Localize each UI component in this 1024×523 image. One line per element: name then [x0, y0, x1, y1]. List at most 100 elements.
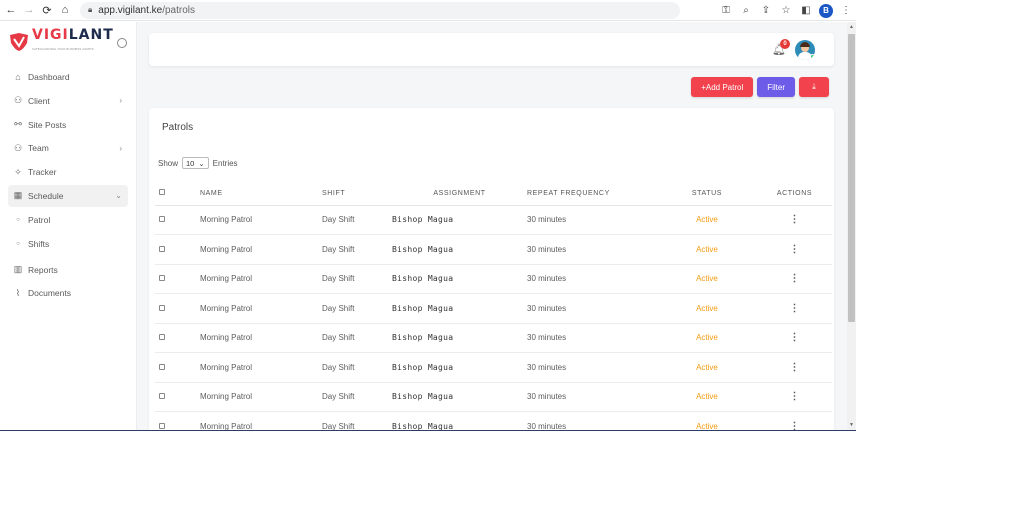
patrols-table: NAME SHIFT ASSIGNMENT REPEAT FREQUENCY S…: [155, 182, 832, 430]
home-browser-icon[interactable]: ⌂: [58, 3, 72, 17]
kebab-menu-icon[interactable]: ⋮: [790, 244, 800, 255]
star-icon[interactable]: ☆: [776, 5, 796, 16]
patrol-name: Morning Patrol: [200, 352, 322, 383]
patrol-assignment: Bishop Magua: [392, 293, 527, 324]
table-row[interactable]: Morning Patrol Day Shift Bishop Magua 30 mi…: [155, 411, 832, 430]
browser-menu-icon[interactable]: ⋮: [836, 5, 856, 16]
brand-name: VIGILANT SAFEGUARDING YOUR BUSINESS ASSE…: [32, 28, 114, 56]
scroll-down-icon[interactable]: ▼: [849, 422, 854, 428]
sidebar-item-reports[interactable]: ▥ Reports: [8, 259, 128, 281]
sitemap-icon: ⚯: [14, 119, 22, 130]
patrol-assignment: Bishop Magua: [392, 411, 527, 430]
share-icon[interactable]: ⇪: [756, 5, 776, 16]
kebab-menu-icon[interactable]: ⋮: [790, 362, 800, 373]
table-row[interactable]: Morning Patrol Day Shift Bishop Magua 30 mi…: [155, 323, 832, 353]
sidebar-item-label: Reports: [28, 264, 58, 275]
row-checkbox[interactable]: [159, 216, 165, 223]
sidebar-item-documents[interactable]: ⌇ Documents: [8, 282, 128, 304]
card-title: Patrols: [162, 122, 194, 133]
column-header[interactable]: ASSIGNMENT: [392, 182, 527, 206]
circle-icon: ○: [16, 216, 20, 223]
paperclip-icon: ⌇: [15, 287, 21, 298]
table-row[interactable]: Morning Patrol Day Shift Bishop Magua 30 mi…: [155, 352, 832, 383]
row-actions: ⋮: [757, 382, 832, 412]
row-checkbox[interactable]: [159, 393, 165, 400]
shield-logo-icon: [10, 33, 28, 51]
page-size-control: Show 10 ⌄ Entries: [158, 157, 238, 169]
column-header[interactable]: REPEAT FREQUENCY: [527, 182, 657, 206]
filter-button[interactable]: Filter: [757, 77, 795, 97]
table-row[interactable]: Morning Patrol Day Shift Bishop Magua 30 mi…: [155, 234, 832, 265]
brand-logo[interactable]: VIGILANT SAFEGUARDING YOUR BUSINESS ASSE…: [0, 22, 136, 62]
patrol-shift: Day Shift: [322, 293, 392, 324]
page-size-select[interactable]: 10 ⌄: [182, 157, 209, 169]
sidebar-item-schedule[interactable]: ▦ Schedule ⌄: [8, 184, 128, 207]
patrol-name: Morning Patrol: [200, 293, 322, 324]
pin-icon: ✧: [14, 166, 22, 177]
row-checkbox[interactable]: [159, 422, 165, 429]
sidebar-item-site-posts[interactable]: ⚯ Site Posts: [8, 114, 128, 136]
sidebar-item-dashboard[interactable]: ⌂ Dashboard: [8, 66, 128, 88]
user-avatar[interactable]: [795, 40, 815, 60]
row-checkbox[interactable]: [159, 363, 165, 370]
table-row[interactable]: Morning Patrol Day Shift Bishop Magua 30 mi…: [155, 293, 832, 324]
address-bar[interactable]: 🔒︎ app.vigilant.ke/patrols: [80, 1, 680, 19]
sidebar-item-team[interactable]: ⚇ Team ›: [8, 137, 128, 159]
table-row[interactable]: Morning Patrol Day Shift Bishop Magua 30 mi…: [155, 382, 832, 412]
row-actions: ⋮: [757, 264, 832, 294]
profile-avatar[interactable]: B: [819, 3, 833, 18]
kebab-menu-icon[interactable]: ⋮: [790, 303, 800, 314]
action-buttons: +Add Patrol Filter ⤓: [691, 77, 829, 97]
patrol-frequency: 30 minutes: [527, 264, 657, 294]
column-header[interactable]: SHIFT: [322, 182, 392, 206]
status-badge: Active: [657, 352, 757, 383]
url-path: /patrols: [162, 4, 195, 16]
page-scrollbar[interactable]: ▲ ▼: [847, 22, 856, 430]
table-row[interactable]: Morning Patrol Day Shift Bishop Magua 30 mi…: [155, 205, 832, 235]
table-header-row: NAME SHIFT ASSIGNMENT REPEAT FREQUENCY S…: [155, 182, 832, 206]
select-all-checkbox[interactable]: [159, 189, 165, 196]
table-row[interactable]: Morning Patrol Day Shift Bishop Magua 30 mi…: [155, 264, 832, 294]
patrol-frequency: 30 minutes: [527, 411, 657, 430]
add-patrol-button[interactable]: +Add Patrol: [691, 77, 754, 97]
scroll-up-icon[interactable]: ▲: [849, 24, 854, 30]
key-icon[interactable]: ⚿: [716, 5, 736, 16]
column-header[interactable]: NAME: [200, 182, 322, 206]
zoom-icon[interactable]: ⌕: [736, 5, 756, 16]
chevron-down-icon: ⌄: [115, 191, 122, 201]
patrol-name: Morning Patrol: [200, 411, 322, 430]
sidebar-item-label: Team: [28, 143, 49, 154]
download-button[interactable]: ⤓: [799, 77, 829, 97]
window-bottom-border: [0, 430, 856, 431]
sidebar-item-label: Tracker: [28, 167, 57, 178]
sidebar-item-client[interactable]: ⚇ Client ›: [8, 90, 128, 112]
row-checkbox[interactable]: [159, 334, 165, 341]
top-navbar: 🔔︎ 0: [149, 33, 834, 66]
row-checkbox[interactable]: [159, 245, 165, 252]
column-header[interactable]: STATUS: [657, 182, 757, 206]
sidepanel-icon[interactable]: ◧: [796, 5, 816, 16]
sidebar-item-shifts[interactable]: ○ Shifts: [8, 233, 128, 255]
row-checkbox[interactable]: [159, 304, 165, 311]
sidebar-toggle-icon[interactable]: [116, 38, 127, 48]
kebab-menu-icon[interactable]: ⋮: [790, 214, 800, 225]
back-arrow-icon[interactable]: ←: [4, 3, 18, 17]
patrol-frequency: 30 minutes: [527, 234, 657, 265]
reload-icon[interactable]: ⟳: [40, 3, 54, 17]
row-checkbox[interactable]: [159, 275, 165, 282]
kebab-menu-icon[interactable]: ⋮: [790, 391, 800, 402]
main-content: 🔔︎ 0 +Add Patrol Filter ⤓ Patrols Show 1…: [137, 22, 847, 430]
patrol-shift: Day Shift: [322, 382, 392, 412]
patrol-assignment: Bishop Magua: [392, 205, 527, 235]
entries-label: Entries: [212, 158, 238, 168]
sidebar-item-patrol[interactable]: ○ Patrol: [8, 209, 128, 231]
patrol-frequency: 30 minutes: [527, 352, 657, 383]
forward-arrow-icon[interactable]: →: [22, 3, 36, 17]
sidebar-menu: ⌂ Dashboard ⚇ Client › ⚯ Site Posts ⚇ Te…: [0, 66, 136, 304]
kebab-menu-icon[interactable]: ⋮: [790, 421, 800, 430]
sidebar-item-tracker[interactable]: ✧ Tracker: [8, 161, 128, 183]
scrollbar-thumb[interactable]: [848, 34, 855, 322]
chevron-right-icon: ›: [119, 96, 122, 106]
kebab-menu-icon[interactable]: ⋮: [790, 332, 800, 343]
kebab-menu-icon[interactable]: ⋮: [790, 273, 800, 284]
